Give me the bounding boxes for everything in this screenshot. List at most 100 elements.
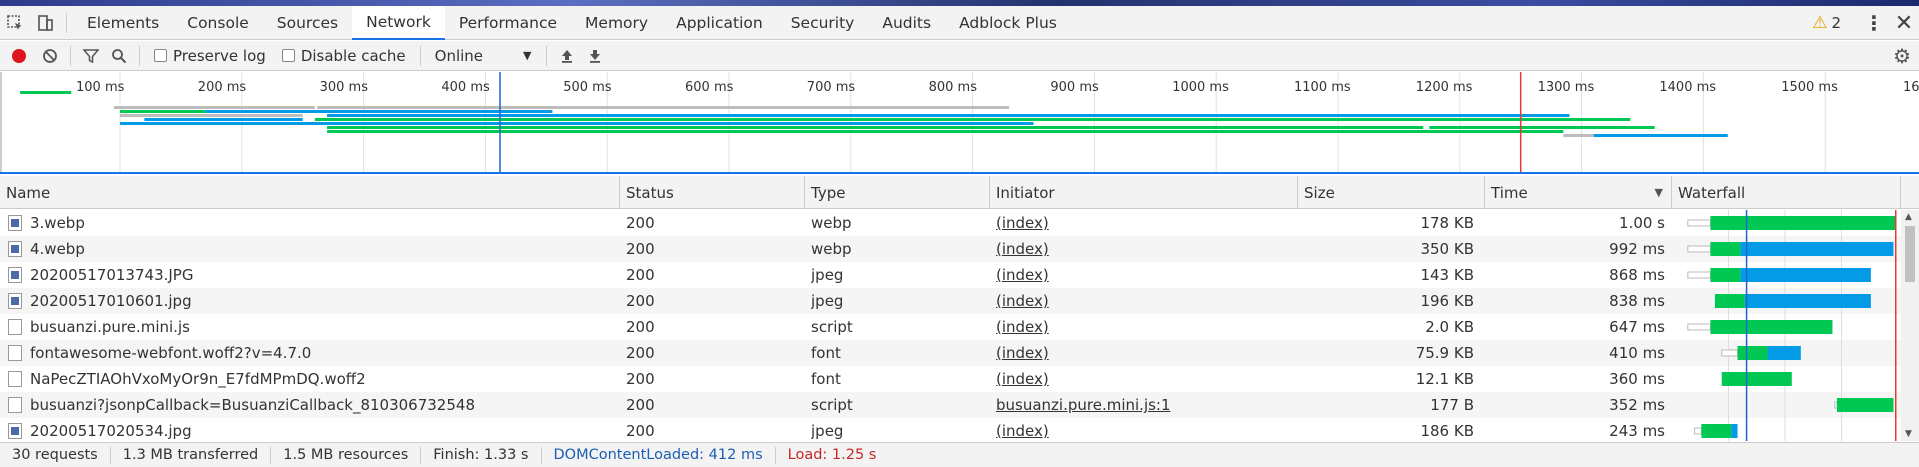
cell-initiator[interactable]: (index) <box>996 366 1296 392</box>
overview-tick-label: 100 ms <box>76 80 125 95</box>
cell-initiator[interactable]: (index) <box>996 314 1296 340</box>
time-value: 243 ms <box>1609 422 1665 440</box>
scrollbar-thumb[interactable] <box>1905 226 1915 282</box>
cell-size: 186 KB <box>1304 418 1474 441</box>
import-har-icon[interactable] <box>553 41 581 71</box>
table-row[interactable]: 3.webp 200 webp (index) 178 KB 1.00 s <box>0 210 1919 236</box>
tabbar-right: ⚠ 2 ⋮ ✕ <box>1812 6 1919 40</box>
record-icon[interactable] <box>12 48 26 63</box>
time-value: 360 ms <box>1609 370 1665 388</box>
transferred-size: 1.3 MB transferred <box>111 446 272 464</box>
cell-status: 200 <box>626 418 801 441</box>
tab-console[interactable]: Console <box>173 6 263 40</box>
close-icon[interactable]: ✕ <box>1889 11 1919 36</box>
column-header-status[interactable]: Status <box>620 176 805 209</box>
table-row[interactable]: 20200517010601.jpg 200 jpeg (index) 196 KB 83… <box>0 288 1919 314</box>
cell-initiator[interactable]: (index) <box>996 210 1296 236</box>
initiator-value[interactable]: (index) <box>996 292 1049 310</box>
initiator-value[interactable]: (index) <box>996 422 1049 440</box>
initiator-value[interactable]: (index) <box>996 344 1049 362</box>
tab-security[interactable]: Security <box>777 6 869 40</box>
table-row[interactable]: fontawesome-webfont.woff2?v=4.7.0 200 font… <box>0 340 1919 366</box>
export-har-icon[interactable] <box>581 41 609 71</box>
tab-elements[interactable]: Elements <box>73 6 173 40</box>
throttling-select[interactable]: Online ▼ <box>427 47 540 65</box>
document-file-icon <box>8 319 22 335</box>
initiator-value[interactable]: (index) <box>996 318 1049 336</box>
time-value: 647 ms <box>1609 318 1665 336</box>
tab-adblock-plus[interactable]: Adblock Plus <box>945 6 1071 40</box>
overview-request-bar <box>327 126 1424 129</box>
tab-audits[interactable]: Audits <box>868 6 945 40</box>
cell-initiator[interactable]: (index) <box>996 262 1296 288</box>
cell-initiator[interactable]: (index) <box>996 340 1296 366</box>
column-header-size[interactable]: Size <box>1298 176 1485 209</box>
table-row[interactable]: NaPecZTIAOhVxoMyOr9n_E7fdMPmDQ.woff2 200 f… <box>0 366 1919 392</box>
sort-descending-icon: ▼ <box>1654 186 1663 199</box>
waterfall-graph <box>1687 210 1897 441</box>
initiator-value[interactable]: busuanzi.pure.mini.js:1 <box>996 396 1171 414</box>
initiator-value[interactable]: (index) <box>996 266 1049 284</box>
settings-gear-icon[interactable]: ⚙ <box>1893 44 1911 68</box>
network-overview[interactable]: 100 ms 200 ms 300 ms 400 ms 500 ms 600 ms 700 … <box>0 72 1919 174</box>
initiator-value[interactable]: (index) <box>996 240 1049 258</box>
table-row[interactable]: busuanzi?jsonpCallback=BusuanziCallback_… <box>0 392 1919 418</box>
table-row[interactable]: 20200517020534.jpg 200 jpeg (index) 186 KB 24… <box>0 418 1919 441</box>
disable-cache-checkbox[interactable]: Disable cache <box>281 47 406 65</box>
overview-request-bar <box>120 122 1034 125</box>
tabbar-separator <box>66 12 67 33</box>
tab-memory[interactable]: Memory <box>571 6 662 40</box>
cell-initiator[interactable]: (index) <box>996 418 1296 441</box>
column-header-waterfall[interactable]: Waterfall <box>1672 176 1901 209</box>
waterfall-receiving-bar <box>1740 268 1871 282</box>
checkbox-box[interactable] <box>154 49 167 62</box>
time-value: 992 ms <box>1609 240 1665 258</box>
scroll-up-icon[interactable]: ▲ <box>1905 212 1912 222</box>
cell-initiator[interactable]: busuanzi.pure.mini.js:1 <box>996 392 1296 418</box>
preserve-log-checkbox[interactable]: Preserve log <box>154 47 266 65</box>
waterfall-stalled-bar <box>1687 219 1711 227</box>
device-toolbar-icon[interactable] <box>30 6 60 40</box>
scroll-down-icon[interactable]: ▼ <box>1905 429 1912 439</box>
toolbar-separator <box>545 45 547 66</box>
table-row[interactable]: busuanzi.pure.mini.js 200 script (index) 2.0… <box>0 314 1919 340</box>
overview-request-bar <box>424 106 1010 109</box>
waterfall-stalled-bar <box>1687 245 1711 253</box>
filter-icon[interactable] <box>77 41 105 71</box>
cell-status: 200 <box>626 340 801 366</box>
table-scrollbar[interactable]: ▲ ▼ <box>1901 210 1919 441</box>
cell-initiator[interactable]: (index) <box>996 236 1296 262</box>
tab-sources[interactable]: Sources <box>263 6 352 40</box>
tab-application[interactable]: Application <box>662 6 777 40</box>
cell-status: 200 <box>626 366 801 392</box>
initiator-value[interactable]: (index) <box>996 214 1049 232</box>
kebab-menu-icon[interactable]: ⋮ <box>1859 11 1889 35</box>
initiator-value[interactable]: (index) <box>996 370 1049 388</box>
request-name: fontawesome-webfont.woff2?v=4.7.0 <box>30 344 312 362</box>
warnings-counter[interactable]: ⚠ 2 <box>1812 13 1841 33</box>
column-header-initiator[interactable]: Initiator <box>990 176 1298 209</box>
table-row[interactable]: 4.webp 200 webp (index) 350 KB 992 ms <box>0 236 1919 262</box>
cell-initiator[interactable]: (index) <box>996 288 1296 314</box>
table-row[interactable]: 20200517013743.JPG 200 jpeg (index) 143 KB 86… <box>0 262 1919 288</box>
search-icon[interactable] <box>105 41 133 71</box>
clear-icon[interactable] <box>36 41 64 71</box>
document-file-icon <box>8 345 22 361</box>
dom-content-loaded: DOMContentLoaded: 412 ms <box>542 446 776 464</box>
cell-name: 20200517020534.jpg <box>8 418 614 441</box>
column-header-label: Name <box>6 183 51 202</box>
size-value: 75.9 KB <box>1415 344 1474 362</box>
tab-performance[interactable]: Performance <box>445 6 571 40</box>
resources-size: 1.5 MB resources <box>271 446 422 464</box>
column-header-type[interactable]: Type <box>805 176 990 209</box>
tab-list: Elements Console Sources Network Performance… <box>73 5 1071 40</box>
element-picker-icon[interactable] <box>0 6 30 40</box>
type-value: webp <box>811 214 852 232</box>
overview-tick-label: 1100 ms <box>1294 80 1351 95</box>
tab-network[interactable]: Network <box>352 5 445 40</box>
checkbox-box[interactable] <box>281 49 295 62</box>
status-value: 200 <box>626 396 655 414</box>
type-value: jpeg <box>811 422 844 440</box>
column-header-time[interactable]: Time ▼ <box>1485 176 1672 209</box>
column-header-name[interactable]: Name <box>0 176 620 209</box>
